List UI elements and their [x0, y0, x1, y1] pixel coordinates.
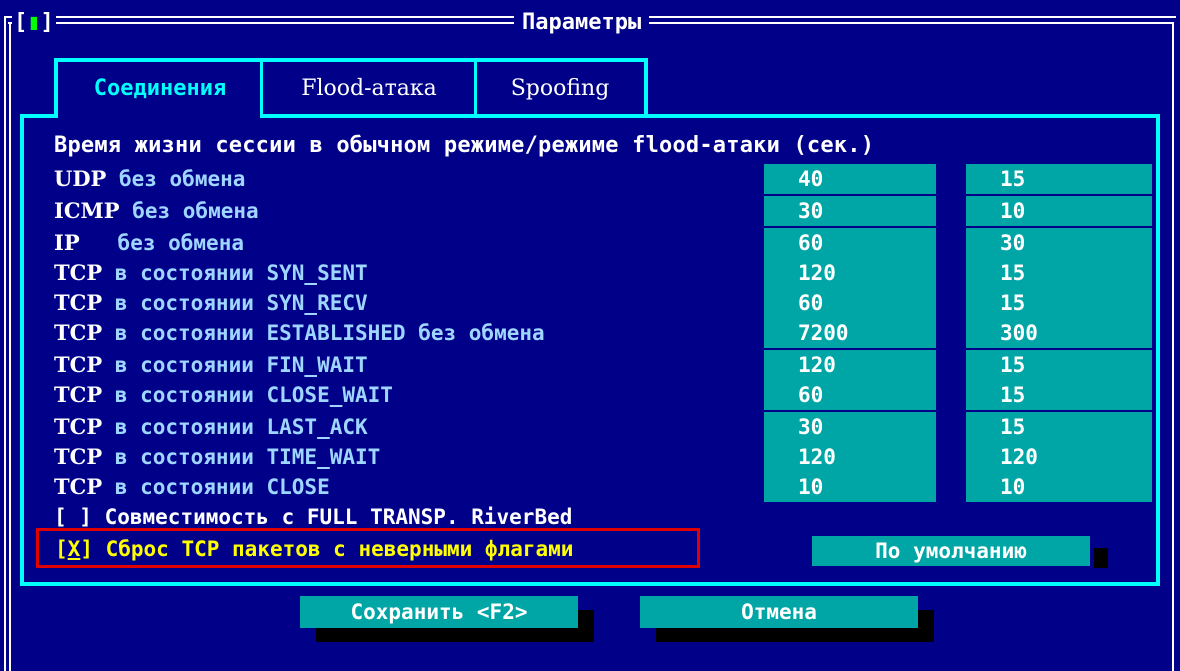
- frame-right-inner: [1172, 22, 1174, 671]
- row-tcp-time-wait: TCP в состоянии TIME_WAIT: [54, 444, 381, 469]
- reset-checkbox-mark: X: [67, 537, 81, 561]
- tab-frame-left: [54, 58, 58, 118]
- tab-divider-1: [260, 58, 263, 118]
- ip-flood-field[interactable]: 30: [966, 228, 1152, 258]
- panel-right: [1156, 114, 1160, 586]
- tab-frame-right: [644, 58, 648, 118]
- tcp-established-normal-field[interactable]: 7200: [764, 318, 936, 348]
- icmp-flood-field[interactable]: 10: [966, 196, 1152, 226]
- compat-checkbox-label: Совместимость с FULL TRANSP. RiverBed: [91, 505, 573, 529]
- row-ip: IP без обмена: [54, 230, 244, 255]
- panel-top-left: [20, 114, 58, 118]
- ip-normal-field[interactable]: 60: [764, 228, 936, 258]
- section-header: Время жизни сессии в обычном режиме/режи…: [54, 133, 875, 158]
- row-icmp: ICMP без обмена: [54, 198, 259, 223]
- reset-bad-flags-checkbox[interactable]: [X] Сброс TCP пакетов с неверными флагам…: [36, 528, 700, 568]
- row-tcp-close: TCP в состоянии CLOSE: [54, 474, 330, 499]
- tcp-fin-wait-normal-field[interactable]: 120: [764, 350, 936, 380]
- row-udp: UDP без обмена: [54, 166, 246, 191]
- compat-checkbox-mark: [ ]: [54, 505, 92, 529]
- row-tcp-close-wait: TCP в состоянии CLOSE_WAIT: [54, 382, 393, 407]
- tcp-syn-sent-normal-field[interactable]: 120: [764, 258, 936, 288]
- row-tcp-syn-sent: TCP в состоянии SYN_SENT: [54, 260, 368, 285]
- row-tcp-fin-wait: TCP в состоянии FIN_WAIT: [54, 352, 368, 377]
- udp-flood-field[interactable]: 15: [966, 164, 1152, 194]
- tcp-close-wait-flood-field[interactable]: 15: [966, 380, 1152, 410]
- tcp-established-flood-field[interactable]: 300: [966, 318, 1152, 348]
- tcp-syn-recv-normal-field[interactable]: 60: [764, 288, 936, 318]
- cancel-button[interactable]: Отмена: [640, 596, 918, 628]
- frame-left-inner: [9, 22, 11, 671]
- reset-checkbox-label: Сброс TCP пакетов с неверными флагами: [92, 537, 574, 561]
- default-button[interactable]: По умолчанию: [812, 536, 1090, 566]
- tcp-time-wait-normal-field[interactable]: 120: [764, 442, 936, 472]
- tcp-fin-wait-flood-field[interactable]: 15: [966, 350, 1152, 380]
- tcp-close-flood-field[interactable]: 10: [966, 472, 1152, 502]
- row-tcp-established: TCP в состоянии ESTABLISHED без обмена: [54, 320, 545, 345]
- tab-connections[interactable]: Соединения: [60, 66, 260, 112]
- default-button-shadow: [1094, 548, 1108, 568]
- frame-left-outer: [4, 16, 6, 671]
- panel-left: [20, 114, 24, 586]
- tcp-syn-recv-flood-field[interactable]: 15: [966, 288, 1152, 318]
- tab-flood-attack[interactable]: Flood-атака: [264, 66, 474, 112]
- save-button[interactable]: Сохранить <F2>: [300, 596, 578, 628]
- tcp-syn-sent-flood-field[interactable]: 15: [966, 258, 1152, 288]
- tab-spoofing[interactable]: Spoofing: [478, 66, 642, 112]
- udp-normal-field[interactable]: 40: [764, 164, 936, 194]
- panel-bottom: [20, 582, 1160, 586]
- window-title: Параметры: [514, 8, 650, 38]
- row-tcp-syn-recv: TCP в состоянии SYN_RECV: [54, 290, 368, 315]
- tab-frame-top: [54, 58, 648, 62]
- tcp-close-normal-field[interactable]: 10: [764, 472, 936, 502]
- tcp-close-wait-normal-field[interactable]: 60: [764, 380, 936, 410]
- tcp-last-ack-flood-field[interactable]: 15: [966, 412, 1152, 442]
- tab-divider-2: [474, 58, 477, 118]
- panel-top-right: [260, 114, 1160, 118]
- tcp-time-wait-flood-field[interactable]: 120: [966, 442, 1152, 472]
- tcp-last-ack-normal-field[interactable]: 30: [764, 412, 936, 442]
- close-box[interactable]: [▮]: [12, 10, 56, 36]
- icmp-normal-field[interactable]: 30: [764, 196, 936, 226]
- row-tcp-last-ack: TCP в состоянии LAST_ACK: [54, 414, 368, 439]
- dialog-window: [▮] Параметры Соединения Flood-атака Spo…: [0, 0, 1180, 671]
